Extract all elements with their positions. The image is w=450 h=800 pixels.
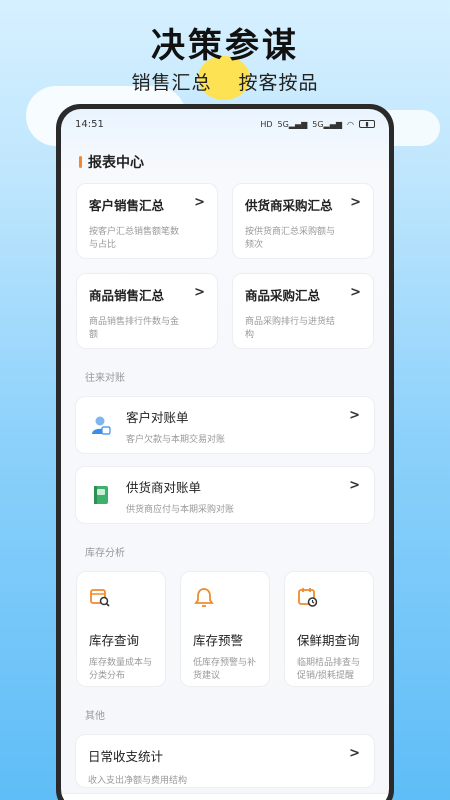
daily-income-expense-card[interactable]: 日常收支统计 收入支出净额与费用结构 > xyxy=(75,734,375,788)
promo-headline: 决策参谋 xyxy=(151,26,299,66)
card-title: 库存查询 xyxy=(89,633,140,648)
report-grid: 商品销售汇总 > 商品销售排行件数与金额 商品采购汇总 > 商品采购排行与进货结… xyxy=(76,273,389,349)
status-time: 14:51 xyxy=(75,118,104,130)
calendar-clock-icon xyxy=(298,588,318,607)
inventory-search-icon xyxy=(90,589,110,607)
card-title: 商品销售汇总 xyxy=(89,288,165,303)
card-desc: 供货商应付与本期采购对账 xyxy=(126,505,235,515)
card-desc: 商品销售排行件数与金额 xyxy=(89,317,180,340)
inventory-alert-card[interactable]: 库存预警 低库存预警与补货建议 xyxy=(180,571,270,687)
card-desc: 按供货商汇总采购额与频次 xyxy=(245,227,336,250)
product-purchase-summary-card[interactable]: 商品采购汇总 > 商品采购排行与进货结构 xyxy=(232,273,374,349)
chevron-right-icon: > xyxy=(194,195,205,210)
phone-frame: 14:51 HD 5G▂▄▆ 5G▂▄▆ ◠ ▮ 报表中心 客户销售汇总 > 按… xyxy=(56,104,394,800)
chevron-right-icon: > xyxy=(349,478,360,493)
report-center-header: 报表中心 xyxy=(79,153,389,171)
other-label: 其他 xyxy=(85,711,105,722)
card-title: 保鲜期查询 xyxy=(297,633,360,648)
report-grid: 客户销售汇总 > 按客户汇总销售额笔数与占比 供货商采购汇总 > 按供货商汇总采… xyxy=(76,183,389,259)
customer-sales-summary-card[interactable]: 客户销售汇总 > 按客户汇总销售额笔数与占比 xyxy=(76,183,218,259)
status-icons: HD 5G▂▄▆ 5G▂▄▆ ◠ ▮ xyxy=(260,120,375,129)
card-title: 供货商对账单 xyxy=(126,480,202,495)
chevron-right-icon: > xyxy=(349,408,360,423)
bottom-tab-bar xyxy=(61,793,389,800)
card-desc: 按客户汇总销售额笔数与占比 xyxy=(89,227,180,250)
card-desc: 低库存预警与补货建议 xyxy=(193,658,257,681)
card-title: 商品采购汇总 xyxy=(245,288,321,303)
card-title: 日常收支统计 xyxy=(88,749,164,764)
supplier-purchase-summary-card[interactable]: 供货商采购汇总 > 按供货商汇总采购额与频次 xyxy=(232,183,374,259)
card-title: 客户销售汇总 xyxy=(89,198,165,213)
report-center-title: 报表中心 xyxy=(88,155,144,171)
bell-icon xyxy=(194,588,214,607)
card-title: 客户对账单 xyxy=(126,410,189,425)
accent-bar xyxy=(79,156,82,168)
customer-icon xyxy=(92,416,111,435)
product-sales-summary-card[interactable]: 商品销售汇总 > 商品销售排行件数与金额 xyxy=(76,273,218,349)
inventory-query-card[interactable]: 库存查询 库存数量成本与分类分布 xyxy=(76,571,166,687)
card-title: 供货商采购汇总 xyxy=(245,198,333,213)
shelf-life-query-card[interactable]: 保鲜期查询 临期桔品排查与促销/损耗提醒 xyxy=(284,571,374,687)
status-bar: 14:51 HD 5G▂▄▆ 5G▂▄▆ ◠ ▮ xyxy=(61,109,389,139)
chevron-right-icon: > xyxy=(350,195,361,210)
supplier-statement-card[interactable]: 供货商对账单 供货商应付与本期采购对账 > xyxy=(75,466,375,524)
card-desc: 收入支出净额与费用结构 xyxy=(88,776,188,786)
supplier-book-icon xyxy=(94,486,108,504)
promo-sub-right: 按客按品 xyxy=(238,72,319,94)
app-screen: 14:51 HD 5G▂▄▆ 5G▂▄▆ ◠ ▮ 报表中心 客户销售汇总 > 按… xyxy=(61,109,389,800)
reconciliation-label: 往来对账 xyxy=(85,373,125,384)
card-title: 库存预警 xyxy=(193,633,244,648)
card-desc: 商品采购排行与进货结构 xyxy=(245,317,336,340)
chevron-right-icon: > xyxy=(194,285,205,300)
promo-banner: 决策参谋 销售汇总 按客按品 xyxy=(0,0,450,146)
customer-statement-card[interactable]: 客户对账单 客户欠款与本期交易对账 > xyxy=(75,396,375,454)
promo-sub-left: 销售汇总 xyxy=(131,72,212,94)
battery-icon: ▮ xyxy=(359,120,375,128)
wifi-icon: ◠ xyxy=(347,119,354,129)
chevron-right-icon: > xyxy=(349,746,360,761)
chevron-right-icon: > xyxy=(350,285,361,300)
promo-subline: 销售汇总 按客按品 xyxy=(0,68,450,95)
inventory-label: 库存分析 xyxy=(85,548,125,559)
card-desc: 库存数量成本与分类分布 xyxy=(89,658,153,681)
card-desc: 客户欠款与本期交易对账 xyxy=(126,435,226,445)
signal-icon: 5G▂▄▆ xyxy=(312,119,343,129)
signal-icon: 5G▂▄▆ xyxy=(277,119,308,129)
hd-icon: HD xyxy=(260,119,273,129)
inventory-grid: 库存查询 库存数量成本与分类分布 库存预警 低库存预警与补货建议 保鲜期查询 临… xyxy=(76,571,389,687)
card-desc: 临期桔品排查与促销/损耗提醒 xyxy=(297,658,361,681)
